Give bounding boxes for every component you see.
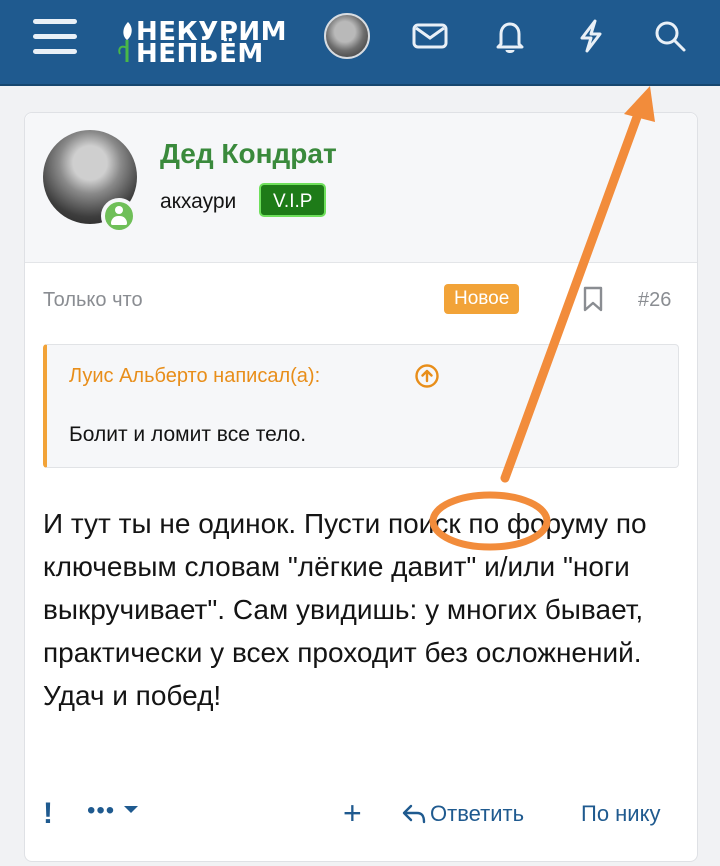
forum-post-card: Дед Кондрат акхаури V.I.P Только что Нов… [24, 112, 698, 862]
more-menu-button[interactable]: ••• [87, 797, 139, 825]
report-button[interactable]: ! [43, 797, 53, 831]
lightning-icon[interactable] [571, 16, 611, 56]
author-name[interactable]: Дед Кондрат [160, 138, 337, 170]
post-paragraph: И тут ты не одинок. Пусти поиск по форум… [43, 508, 647, 668]
post-author-block: Дед Кондрат акхаури V.I.P [25, 113, 697, 263]
reply-icon [402, 804, 426, 824]
chevron-down-icon [123, 806, 138, 813]
post-paragraph: Удач и побед! [43, 680, 222, 711]
online-status-icon [101, 198, 137, 234]
vip-badge: V.I.P [259, 183, 327, 217]
reply-label: Ответить [430, 801, 525, 826]
arrow-up-circle-icon[interactable] [414, 363, 440, 389]
flower-logo-icon [118, 22, 132, 62]
reply-by-nick-button[interactable]: По нику [581, 801, 660, 827]
new-badge: Новое [444, 284, 520, 314]
post-actions-bar: ! ••• + Ответить По нику [25, 795, 697, 835]
bell-icon[interactable] [490, 16, 530, 56]
search-icon[interactable] [650, 16, 690, 56]
mail-icon[interactable] [410, 16, 450, 56]
reply-button[interactable]: Ответить [401, 801, 524, 827]
author-title: акхаури [160, 190, 237, 213]
post-time[interactable]: Только что [43, 289, 143, 312]
quote-author[interactable]: Луис Альберто написал(а): [69, 365, 320, 388]
bookmark-icon[interactable] [582, 286, 604, 312]
quote-block: Луис Альберто написал(а): Болит и ломит … [43, 344, 679, 468]
logo-line-2: НЕПЬЁМ [136, 39, 264, 69]
site-logo[interactable]: НЕКУРИМ НЕПЬЁМ [118, 16, 298, 70]
more-dots: ••• [87, 797, 116, 824]
post-body: И тут ты не одинок. Пусти поиск по форум… [43, 502, 683, 717]
account-avatar[interactable] [324, 13, 370, 59]
quote-text: Болит и ломит все тело. [69, 423, 307, 446]
top-navigation-bar: НЕКУРИМ НЕПЬЁМ [0, 0, 720, 86]
multiquote-button[interactable]: + [343, 795, 362, 832]
post-number[interactable]: #26 [638, 289, 671, 312]
menu-icon[interactable] [33, 19, 77, 59]
